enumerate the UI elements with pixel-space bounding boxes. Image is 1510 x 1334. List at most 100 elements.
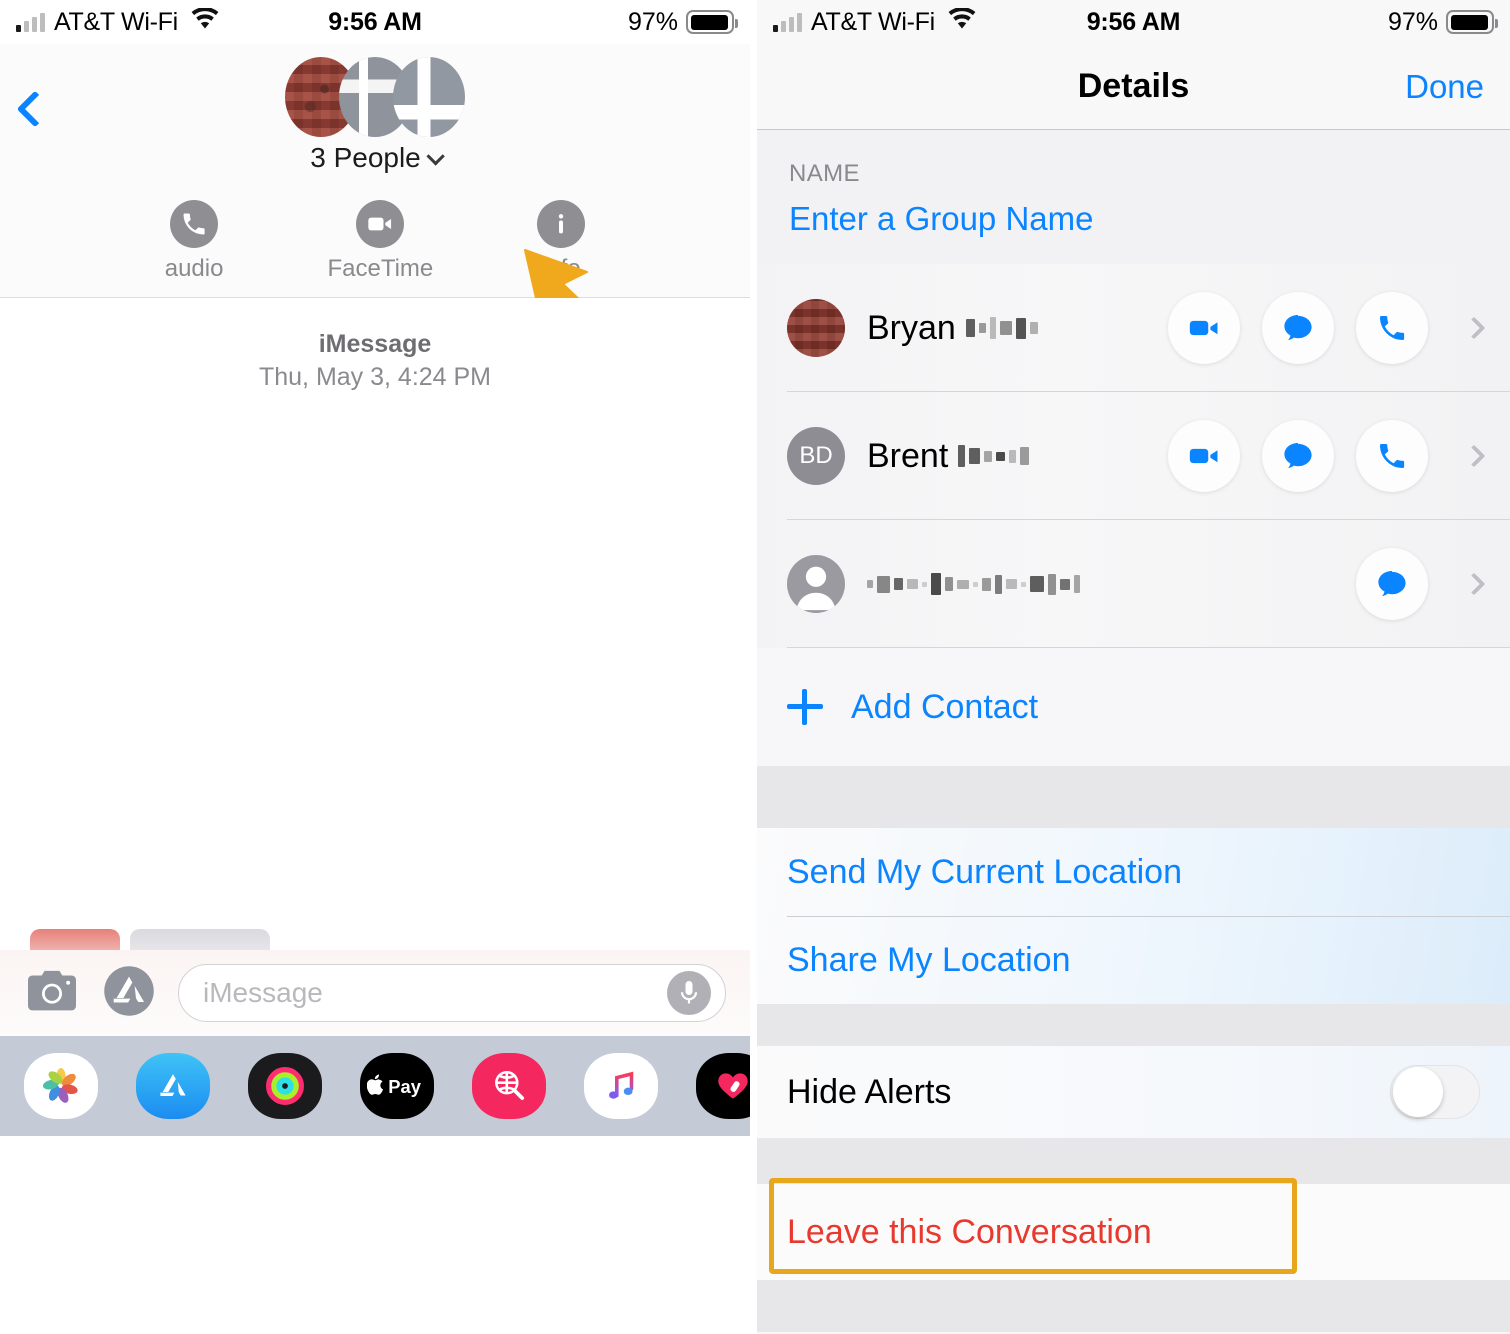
contact-name: Bryan [867, 309, 1038, 348]
audio-call-button[interactable]: audio [164, 200, 224, 283]
phone-icon [170, 200, 219, 248]
message-icon[interactable] [1262, 420, 1334, 492]
send-current-location-button[interactable]: Send My Current Location [757, 828, 1510, 916]
phone-icon[interactable] [1356, 420, 1428, 492]
section-spacer-2 [757, 1004, 1510, 1046]
section-spacer-3 [757, 1138, 1510, 1184]
battery-percent-label: 97% [1387, 7, 1438, 36]
redacted-full-name [867, 573, 1080, 595]
leave-conversation-button[interactable]: Leave this Conversation [757, 1184, 1510, 1280]
hide-alerts-row[interactable]: Hide Alerts [757, 1046, 1510, 1138]
group-avatars[interactable] [0, 54, 750, 140]
participants-button[interactable]: 3 People [0, 142, 750, 174]
redacted-last-name [965, 317, 1038, 339]
location-section: Send My Current Location Share My Locati… [757, 828, 1510, 1004]
avatar-blurred-3 [393, 57, 465, 137]
status-bar-left-group: AT&T Wi-Fi [16, 6, 220, 37]
status-bar-left-group-2: AT&T Wi-Fi [773, 6, 977, 37]
chevron-right-icon[interactable] [1462, 316, 1486, 340]
contact-first-name: Bryan [867, 308, 956, 347]
add-contact-button[interactable]: Add Contact [757, 648, 1510, 766]
message-icon[interactable] [1356, 548, 1428, 620]
info-label: info [541, 255, 581, 282]
peek-thumb-1 [30, 929, 120, 951]
apple-pay-app-icon[interactable]: Pay [360, 1053, 434, 1119]
group-name-input[interactable]: Enter a Group Name [757, 200, 1510, 264]
table-row[interactable] [757, 520, 1510, 648]
status-bar-right-group: 97% [627, 7, 738, 37]
leave-conversation-wrapper: Leave this Conversation [757, 1178, 1510, 1280]
video-icon[interactable] [1168, 420, 1240, 492]
hide-alerts-toggle[interactable] [1390, 1065, 1480, 1119]
peek-thumb-2 [130, 929, 270, 951]
add-contact-label: Add Contact [851, 687, 1039, 726]
video-icon[interactable] [1168, 292, 1240, 364]
contact-name: Brent [867, 436, 1030, 476]
info-button[interactable]: info [537, 200, 586, 283]
apple-music-app-icon[interactable] [584, 1053, 658, 1119]
audio-label: audio [164, 255, 224, 282]
status-bar-right: AT&T Wi-Fi 9:56 AM 97% [757, 0, 1510, 44]
share-my-location-button[interactable]: Share My Location [757, 916, 1510, 1004]
phone-icon[interactable] [1356, 292, 1428, 364]
header-action-buttons: audio FaceTime info [0, 200, 750, 283]
bottom-filler [757, 1280, 1510, 1332]
avatar [787, 299, 845, 357]
info-icon [537, 200, 586, 248]
conversation-body: iMessage Thu, May 3, 4:24 PM iMessage Pa… [0, 298, 750, 1136]
conversation-meta: iMessage Thu, May 3, 4:24 PM [0, 298, 750, 395]
timestamp-label: Thu, May 3, 4:24 PM [258, 363, 492, 392]
app-store-icon[interactable] [102, 964, 156, 1023]
heart-digital-touch-app-icon[interactable] [696, 1053, 750, 1119]
section-spacer-1 [757, 766, 1510, 828]
contact-actions [1356, 548, 1488, 620]
done-button[interactable]: Done [1405, 68, 1484, 106]
service-label: iMessage [318, 330, 432, 358]
battery-icon [686, 10, 738, 34]
app-drawer-peek [0, 929, 750, 951]
photos-app-icon[interactable] [24, 1053, 98, 1119]
carrier-label: AT&T Wi-Fi [54, 7, 178, 36]
message-thread-header: 3 People audio FaceTime info [0, 44, 750, 298]
status-bar-right-group-2: 97% [1387, 7, 1498, 37]
imessage-placeholder: iMessage [203, 977, 323, 1008]
avatar-initials-label: BD [799, 442, 833, 469]
avatar: BD [787, 427, 845, 485]
battery-percent-label: 97% [627, 7, 678, 36]
table-row[interactable]: BD Brent [757, 392, 1510, 520]
wifi-icon [190, 6, 220, 37]
table-row[interactable]: Bryan [757, 264, 1510, 392]
facetime-label: FaceTime [327, 255, 434, 282]
toggle-knob [1393, 1067, 1443, 1117]
status-bar-left: AT&T Wi-Fi 9:56 AM 97% [0, 0, 750, 44]
svg-text:Pay: Pay [388, 1076, 421, 1097]
microphone-icon[interactable] [667, 971, 711, 1015]
message-icon[interactable] [1262, 292, 1334, 364]
imessage-app-dock: Pay [0, 1036, 750, 1136]
video-camera-icon [356, 200, 405, 248]
right-phone-screen: AT&T Wi-Fi 9:56 AM 97% Details Done NAME… [757, 0, 1510, 1334]
app-store-app-icon[interactable] [136, 1053, 210, 1119]
carrier-label: AT&T Wi-Fi [811, 7, 935, 36]
page-title: Details [1077, 67, 1190, 105]
chevron-right-icon[interactable] [1462, 572, 1486, 596]
gif-search-app-icon[interactable] [472, 1053, 546, 1119]
left-phone-screen: AT&T Wi-Fi 9:56 AM 97% 3 People audio Fa… [0, 0, 750, 1334]
plus-icon [787, 689, 823, 725]
activity-rings-app-icon[interactable] [248, 1053, 322, 1119]
imessage-input-field[interactable]: iMessage [178, 964, 726, 1022]
signal-bars-icon [16, 12, 45, 32]
name-section-header: NAME [757, 130, 1510, 200]
dual-screenshot-container: AT&T Wi-Fi 9:56 AM 97% 3 People audio Fa… [0, 0, 1510, 1334]
panel-gutter [750, 0, 757, 1334]
facetime-button[interactable]: FaceTime [327, 200, 433, 283]
redacted-last-name [958, 445, 1030, 467]
contact-first-name: Brent [867, 436, 949, 475]
chevron-right-icon[interactable] [1462, 444, 1486, 468]
camera-icon[interactable] [24, 967, 80, 1020]
signal-bars-icon [773, 12, 802, 32]
contact-name [867, 573, 1080, 595]
wifi-icon [947, 6, 977, 37]
avatar [787, 555, 845, 613]
battery-icon [1446, 10, 1498, 34]
